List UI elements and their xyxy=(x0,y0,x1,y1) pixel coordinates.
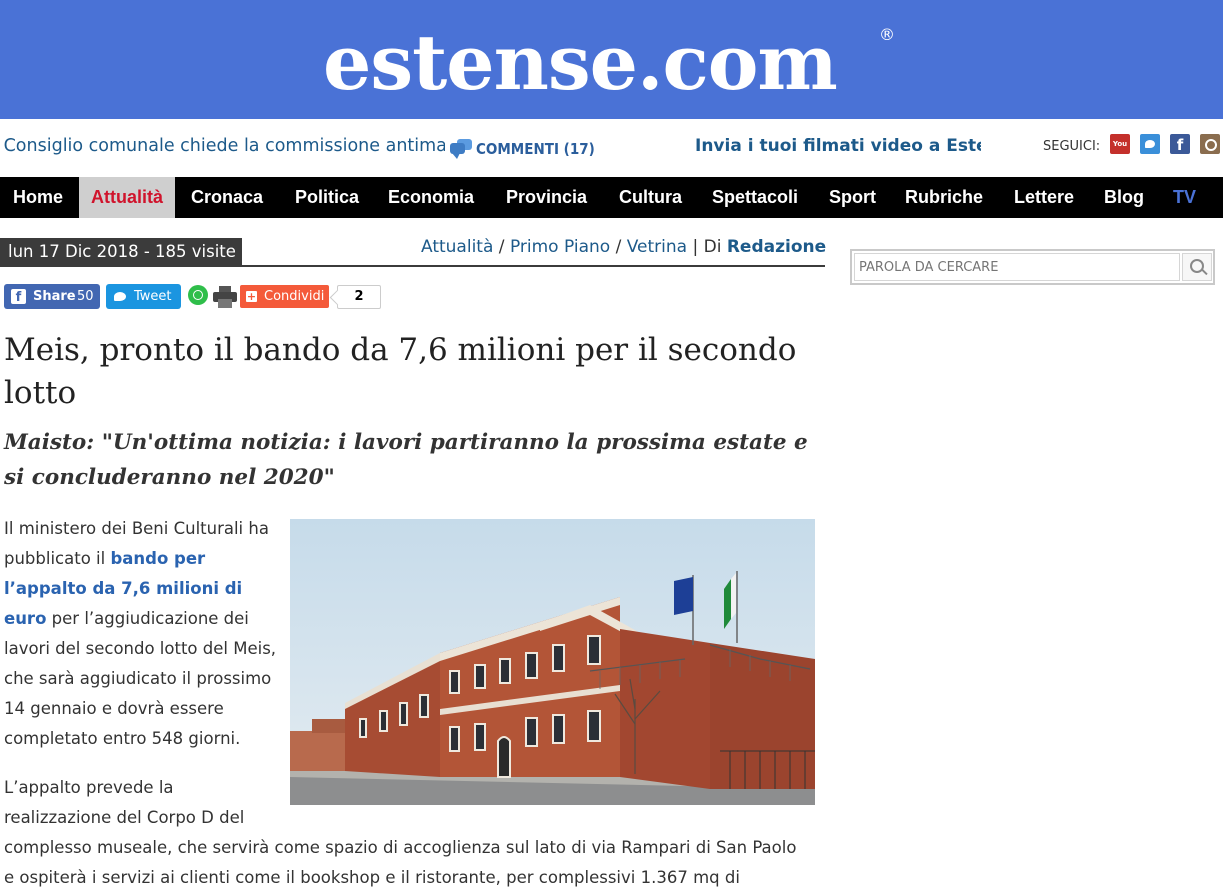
paragraph-line: realizzazione del Corpo D del xyxy=(4,808,245,827)
nav-item-attualita[interactable]: Attualità xyxy=(79,177,175,218)
nav-item-blog[interactable]: Blog xyxy=(1104,177,1144,218)
comments-label: COMMENTI (17) xyxy=(476,140,595,158)
breadcrumb-separator: / xyxy=(615,237,627,257)
breadcrumb: Attualità / Primo Piano / Vetrina | Di R… xyxy=(421,237,826,257)
breadcrumb-separator: / xyxy=(498,237,510,257)
breadcrumb-primo-piano[interactable]: Primo Piano xyxy=(510,237,610,257)
site-logo[interactable]: estense.com xyxy=(323,18,838,108)
follow-label: SEGUICI: xyxy=(1043,139,1101,154)
nav-item-cronaca[interactable]: Cronaca xyxy=(191,177,263,218)
video-promo-link[interactable]: Invia i tuoi filmati video a Estense xyxy=(695,136,981,156)
comments-link[interactable]: COMMENTI (17) xyxy=(450,139,595,159)
facebook-share-button[interactable]: f Share 50 xyxy=(4,284,100,309)
article-title: Meis, pronto il bando da 7,6 milioni per… xyxy=(4,332,797,411)
facebook-icon[interactable]: f xyxy=(1170,134,1190,154)
condividi-count: 2 xyxy=(337,285,381,309)
comments-icon xyxy=(450,139,472,159)
twitter-icon[interactable] xyxy=(1140,134,1160,154)
nav-item-tv[interactable]: TV xyxy=(1173,177,1196,218)
search-input[interactable] xyxy=(854,253,1180,281)
facebook-icon: f xyxy=(11,289,26,305)
ticker-bar: Il Consiglio comunale chiede la commissi… xyxy=(0,119,1223,177)
meta-divider xyxy=(0,265,825,267)
print-icon[interactable] xyxy=(213,286,237,308)
nav-item-politica[interactable]: Politica xyxy=(295,177,359,218)
nav-item-rubriche[interactable]: Rubriche xyxy=(905,177,983,218)
instagram-icon[interactable] xyxy=(1200,134,1220,154)
youtube-icon[interactable]: You Tube xyxy=(1110,134,1130,168)
search-icon[interactable] xyxy=(1182,253,1212,281)
tweet-button[interactable]: Tweet xyxy=(106,284,181,309)
article-paragraph-2: L’appalto prevede la realizzazione del C… xyxy=(4,773,824,893)
condividi-label: Condividi xyxy=(264,289,325,304)
nav-item-sport[interactable]: Sport xyxy=(829,177,876,218)
search-box xyxy=(850,249,1215,285)
meis-building-image xyxy=(290,519,815,805)
paragraph-line: L’appalto prevede la xyxy=(4,778,174,797)
nav-item-spettacoli[interactable]: Spettacoli xyxy=(712,177,798,218)
breadcrumb-attualita[interactable]: Attualità xyxy=(421,237,493,257)
paragraph-line: e ospiterà i servizi ai clienti come il … xyxy=(4,868,740,887)
whatsapp-icon[interactable] xyxy=(188,285,208,305)
site-header: estense.com ® xyxy=(0,0,1223,119)
share-count: 50 xyxy=(77,289,94,304)
twitter-icon xyxy=(114,292,126,301)
author-link[interactable]: Redazione xyxy=(727,237,826,257)
article-paragraph: Il ministero dei Beni Culturali ha pubbl… xyxy=(4,514,282,754)
nav-item-lettere[interactable]: Lettere xyxy=(1014,177,1074,218)
article-subtitle: Maisto: "Un'ottima notizia: i lavori par… xyxy=(4,430,808,490)
share-label: Share xyxy=(33,289,76,304)
registered-mark: ® xyxy=(879,25,895,44)
breadcrumb-vetrina[interactable]: Vetrina xyxy=(627,237,687,257)
date-visits-badge: lun 17 Dic 2018 - 185 visite xyxy=(0,238,242,266)
condividi-button[interactable]: + Condividi xyxy=(240,285,329,308)
article-photo[interactable] xyxy=(290,519,815,805)
nav-item-provincia[interactable]: Provincia xyxy=(506,177,587,218)
plus-icon: + xyxy=(246,290,257,303)
ticker-headline[interactable]: Il Consiglio comunale chiede la commissi… xyxy=(0,136,445,156)
tweet-label: Tweet xyxy=(134,289,172,304)
nav-item-home[interactable]: Home xyxy=(13,177,63,218)
author-prefix: Di xyxy=(703,237,722,257)
paragraph-text: per l’aggiudicazione dei lavori del seco… xyxy=(4,609,277,748)
main-nav: Home Attualità Cronaca Politica Economia… xyxy=(0,177,1223,218)
news-ticker[interactable]: Il Consiglio comunale chiede la commissi… xyxy=(0,136,445,156)
nav-item-cultura[interactable]: Cultura xyxy=(619,177,682,218)
paragraph-line: complesso museale, che servirà come spaz… xyxy=(4,838,797,857)
nav-item-economia[interactable]: Economia xyxy=(388,177,474,218)
breadcrumb-separator: | xyxy=(692,237,704,257)
